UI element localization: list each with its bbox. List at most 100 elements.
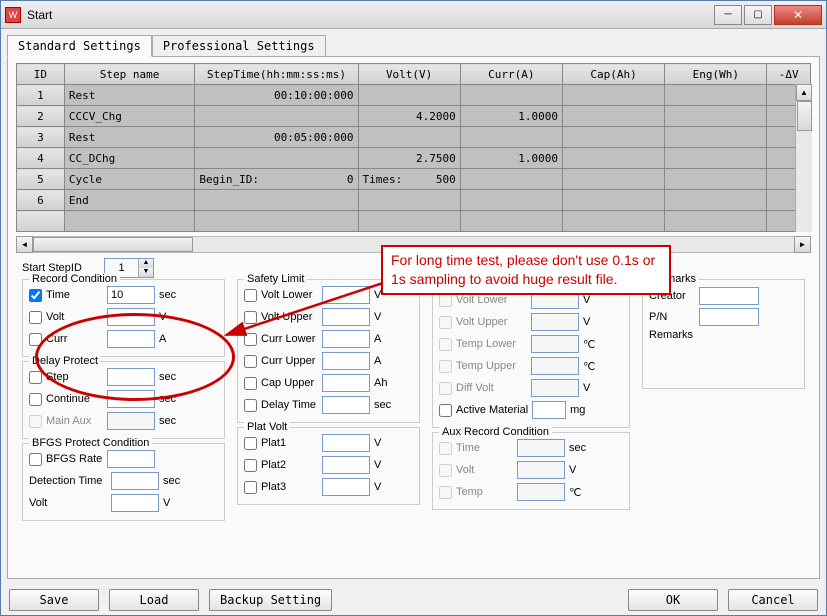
ok-button[interactable]: OK bbox=[628, 589, 718, 611]
scroll-right-icon[interactable]: ► bbox=[794, 236, 811, 253]
save-button[interactable]: Save bbox=[9, 589, 99, 611]
col-volt[interactable]: Volt(V) bbox=[358, 64, 460, 85]
delay-mainaux-checkbox bbox=[29, 415, 42, 428]
scroll-left-icon[interactable]: ◄ bbox=[16, 236, 33, 253]
app-icon: W bbox=[5, 7, 21, 23]
pn-input[interactable] bbox=[699, 308, 759, 326]
col-eng[interactable]: Eng(Wh) bbox=[665, 64, 767, 85]
record-volt-checkbox[interactable] bbox=[29, 311, 42, 324]
delay-step-input[interactable] bbox=[107, 368, 155, 386]
window-title: Start bbox=[27, 8, 712, 22]
sl-delaytime-input[interactable] bbox=[322, 396, 370, 414]
sl-delaytime-checkbox[interactable] bbox=[244, 399, 257, 412]
button-bar: Save Load Backup Setting OK Cancel bbox=[1, 585, 826, 615]
backup-setting-button[interactable]: Backup Setting bbox=[209, 589, 332, 611]
sl2-voltlower-checkbox bbox=[439, 294, 452, 307]
safety-limit-2-group: Volt LowerV Volt UpperV Temp Lower℃ Temp… bbox=[432, 279, 630, 428]
load-button[interactable]: Load bbox=[109, 589, 199, 611]
sl-capupper-input[interactable] bbox=[322, 374, 370, 392]
sl-currlower-checkbox[interactable] bbox=[244, 333, 257, 346]
col-cap[interactable]: Cap(Ah) bbox=[562, 64, 664, 85]
table-row[interactable] bbox=[17, 211, 811, 232]
active-material-input[interactable] bbox=[532, 401, 566, 419]
start-window: W Start ─ ▢ ✕ Standard Settings Professi… bbox=[0, 0, 827, 616]
tabstrip: Standard Settings Professional Settings bbox=[7, 35, 820, 57]
delay-step-checkbox[interactable] bbox=[29, 371, 42, 384]
creator-input[interactable] bbox=[699, 287, 759, 305]
bfgs-group: BFGS Protect Condition BFGS Rate Detecti… bbox=[22, 443, 225, 521]
close-button[interactable]: ✕ bbox=[774, 5, 822, 25]
scroll-thumb-h[interactable] bbox=[33, 237, 193, 252]
spin-down-icon[interactable]: ▼ bbox=[138, 268, 153, 277]
sl-voltlower-input[interactable] bbox=[322, 286, 370, 304]
table-row[interactable]: 2CCCV_Chg4.20001.0000 bbox=[17, 106, 811, 127]
plat3-checkbox[interactable] bbox=[244, 481, 257, 494]
table-row[interactable]: 4CC_DChg2.75001.0000 bbox=[17, 148, 811, 169]
titlebar: W Start ─ ▢ ✕ bbox=[1, 1, 826, 29]
sl-voltlower-checkbox[interactable] bbox=[244, 289, 257, 302]
spin-up-icon[interactable]: ▲ bbox=[138, 259, 153, 268]
bfgs-volt-input[interactable] bbox=[111, 494, 159, 512]
aux-time-input bbox=[517, 439, 565, 457]
plat3-input[interactable] bbox=[322, 478, 370, 496]
bfgs-rate-checkbox[interactable] bbox=[29, 453, 42, 466]
plat1-input[interactable] bbox=[322, 434, 370, 452]
scroll-thumb[interactable] bbox=[797, 101, 812, 131]
col-time[interactable]: StepTime(hh:mm:ss:ms) bbox=[195, 64, 358, 85]
record-volt-input[interactable] bbox=[107, 308, 155, 326]
delay-continue-checkbox[interactable] bbox=[29, 393, 42, 406]
plat2-input[interactable] bbox=[322, 456, 370, 474]
col-curr[interactable]: Curr(A) bbox=[460, 64, 562, 85]
aux-temp-input bbox=[517, 483, 565, 501]
record-curr-checkbox[interactable] bbox=[29, 333, 42, 346]
plat-volt-group: Plat Volt Plat1V Plat2V Plat3V bbox=[237, 427, 420, 505]
table-row[interactable]: 6End bbox=[17, 190, 811, 211]
plat1-checkbox[interactable] bbox=[244, 437, 257, 450]
plat2-checkbox[interactable] bbox=[244, 459, 257, 472]
sl-currupper-input[interactable] bbox=[322, 352, 370, 370]
cancel-button[interactable]: Cancel bbox=[728, 589, 818, 611]
scroll-up-icon[interactable]: ▲ bbox=[796, 84, 812, 101]
record-curr-input[interactable] bbox=[107, 330, 155, 348]
sl2-diffvolt-input bbox=[531, 379, 579, 397]
tab-standard-settings[interactable]: Standard Settings bbox=[7, 35, 152, 57]
record-time-input[interactable] bbox=[107, 286, 155, 304]
annotation-callout: For long time test, please don't use 0.1… bbox=[381, 245, 671, 295]
sl-voltupper-checkbox[interactable] bbox=[244, 311, 257, 324]
col-id[interactable]: ID bbox=[17, 64, 65, 85]
col-step[interactable]: Step name bbox=[64, 64, 195, 85]
delay-mainaux-input bbox=[107, 412, 155, 430]
aux-volt-input bbox=[517, 461, 565, 479]
sl2-diffvolt-checkbox bbox=[439, 382, 452, 395]
aux-time-checkbox bbox=[439, 442, 452, 455]
sl-voltupper-input[interactable] bbox=[322, 308, 370, 326]
sl2-tempupper-input bbox=[531, 357, 579, 375]
remarks-group: Remarks Creator P/N Remarks bbox=[642, 279, 805, 389]
record-time-checkbox[interactable] bbox=[29, 289, 42, 302]
sl-currupper-checkbox[interactable] bbox=[244, 355, 257, 368]
sl2-templower-input bbox=[531, 335, 579, 353]
sl2-voltupper-checkbox bbox=[439, 316, 452, 329]
table-row[interactable]: 5CycleBegin_ID:0Times:500 bbox=[17, 169, 811, 190]
tab-professional-settings[interactable]: Professional Settings bbox=[152, 35, 326, 57]
sl2-tempupper-checkbox bbox=[439, 360, 452, 373]
sl2-templower-checkbox bbox=[439, 338, 452, 351]
record-condition-group: Record Condition Timesec VoltV CurrA bbox=[22, 279, 225, 357]
maximize-button[interactable]: ▢ bbox=[744, 5, 772, 25]
minimize-button[interactable]: ─ bbox=[714, 5, 742, 25]
table-row[interactable]: 3Rest00:05:00:000 bbox=[17, 127, 811, 148]
delay-continue-input[interactable] bbox=[107, 390, 155, 408]
sl-currlower-input[interactable] bbox=[322, 330, 370, 348]
aux-record-group: Aux Record Condition Timesec VoltV Temp℃ bbox=[432, 432, 630, 510]
delay-protect-group: Delay Protect Stepsec Continuesec Main A… bbox=[22, 361, 225, 439]
sl-capupper-checkbox[interactable] bbox=[244, 377, 257, 390]
safety-limit-group: Safety Limit Volt LowerV Volt UpperV Cur… bbox=[237, 279, 420, 423]
step-table[interactable]: ID Step name StepTime(hh:mm:ss:ms) Volt(… bbox=[16, 63, 811, 232]
active-material-checkbox[interactable] bbox=[439, 404, 452, 417]
table-vertical-scrollbar[interactable]: ▲ bbox=[795, 84, 812, 232]
col-dv[interactable]: -ΔV bbox=[767, 64, 811, 85]
aux-temp-checkbox bbox=[439, 486, 452, 499]
bfgs-rate-input[interactable] bbox=[107, 450, 155, 468]
table-row[interactable]: 1Rest00:10:00:000 bbox=[17, 85, 811, 106]
bfgs-detection-input[interactable] bbox=[111, 472, 159, 490]
